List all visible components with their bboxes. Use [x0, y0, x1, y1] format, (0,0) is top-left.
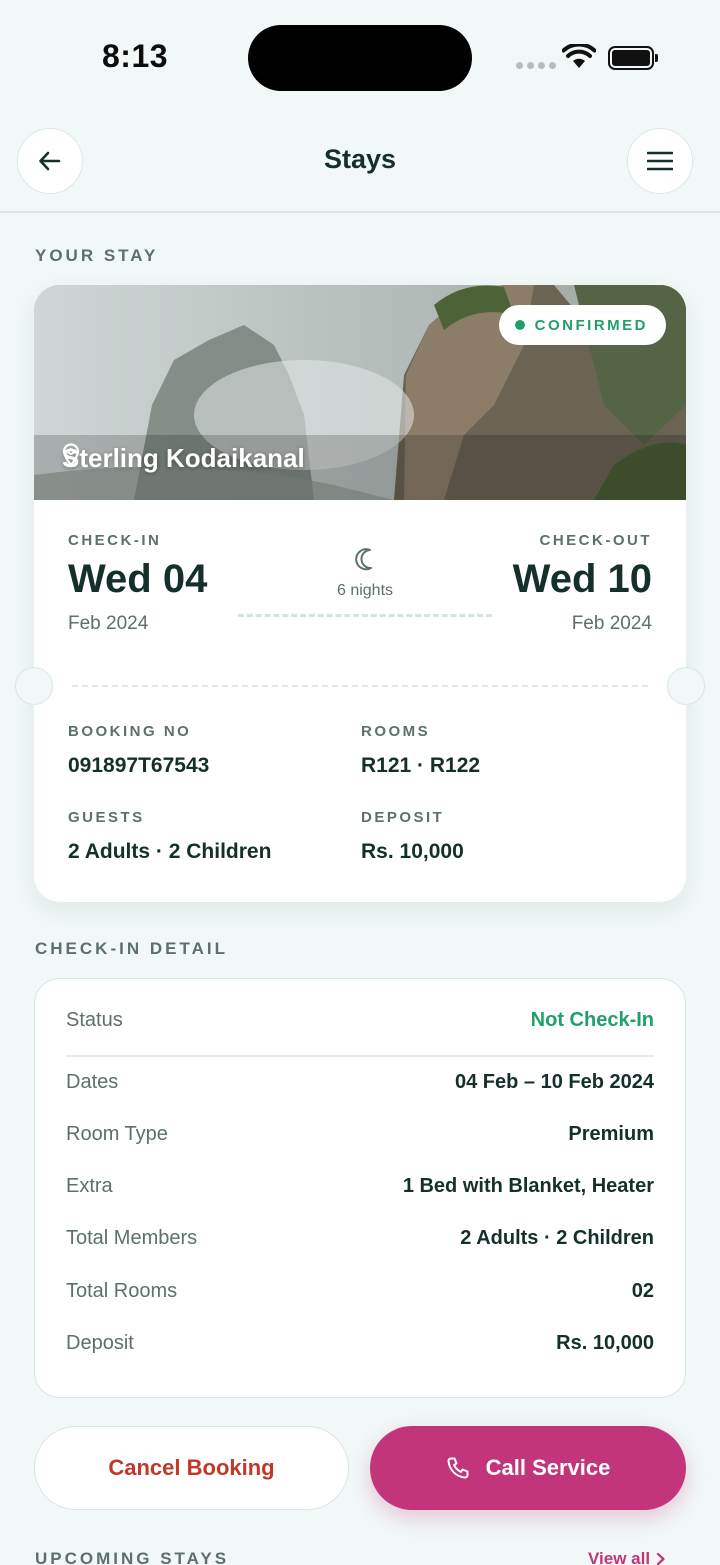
battery-icon	[608, 46, 658, 70]
status-badge-label: CONFIRMED	[534, 316, 648, 334]
page-title: Stays	[323, 144, 397, 174]
booking-no-label: BOOKING NO	[68, 723, 192, 740]
signal-icon	[516, 62, 556, 69]
moon-icon	[355, 548, 372, 571]
chevron-right-icon	[656, 1552, 665, 1565]
section-label-your-stay: YOUR STAY	[35, 246, 159, 265]
detail-row-room-type: Room Type Premium	[66, 1123, 654, 1146]
detail-row-deposit: Deposit Rs. 10,000	[66, 1332, 654, 1355]
ticket-notch-left	[15, 667, 53, 705]
call-service-button[interactable]: Call Service	[370, 1426, 686, 1510]
check-out-block: CHECK-OUT Wed 10 Feb 2024	[513, 532, 652, 635]
detail-key: Dates	[66, 1071, 119, 1093]
call-service-label: Call Service	[485, 1455, 611, 1480]
detail-value: 1 Bed with Blanket, Heater	[402, 1175, 654, 1197]
status-badge: CONFIRMED	[498, 305, 666, 345]
nights-indicator: 6 nights	[238, 547, 492, 617]
status-bar: 8:13	[0, 0, 720, 110]
menu-button[interactable]	[627, 128, 693, 194]
check-in-day: Wed 04	[68, 557, 208, 601]
nights-count: 6 nights	[336, 582, 394, 599]
ticket-perforation	[72, 685, 648, 687]
deposit-label: DEPOSIT	[361, 809, 445, 826]
app-header: Stays	[0, 128, 720, 194]
check-out-day: Wed 10	[512, 557, 652, 601]
guests-value: 2 Adults · 2 Children	[68, 840, 272, 863]
nights-line	[238, 614, 492, 617]
cancel-booking-button[interactable]: Cancel Booking	[34, 1426, 349, 1510]
rooms-value: R121 · R122	[361, 754, 481, 777]
dynamic-island	[248, 25, 472, 91]
detail-key: Total Members	[66, 1227, 198, 1249]
detail-key: Total Rooms	[66, 1280, 178, 1302]
booking-no: BOOKING NO 091897T67543	[68, 723, 209, 778]
detail-row-dates: Dates 04 Feb – 10 Feb 2024	[66, 1071, 654, 1094]
detail-value: Not Check-In	[530, 1009, 654, 1031]
deposit-value: Rs. 10,000	[361, 840, 464, 863]
map-pin-icon	[62, 443, 80, 467]
check-in-month: Feb 2024	[68, 613, 149, 634]
view-all-label: View all	[588, 1549, 651, 1565]
detail-row-status: Status Not Check-In	[66, 1009, 654, 1032]
header-divider	[0, 211, 720, 213]
guests-label: GUESTS	[68, 809, 145, 826]
rooms: ROOMS R121 · R122	[361, 723, 480, 778]
detail-row-extra: Extra 1 Bed with Blanket, Heater	[66, 1175, 654, 1198]
check-in-block: CHECK-IN Wed 04 Feb 2024	[68, 532, 207, 635]
detail-value: 02	[631, 1280, 654, 1302]
rooms-label: ROOMS	[361, 723, 431, 740]
deposit: DEPOSIT Rs. 10,000	[361, 809, 464, 864]
check-in-label: CHECK-IN	[68, 532, 162, 549]
detail-value: Rs. 10,000	[556, 1332, 654, 1354]
detail-key: Extra	[66, 1175, 113, 1197]
section-label-upcoming: UPCOMING STAYS	[35, 1549, 230, 1565]
checkin-detail-card: Status Not Check-In Dates 04 Feb – 10 Fe…	[34, 978, 686, 1398]
check-out-label: CHECK-OUT	[539, 532, 652, 549]
view-all-link[interactable]: View all	[588, 1549, 666, 1565]
wifi-icon	[562, 44, 596, 68]
hotel-name-row: Sterling Kodaikanal	[62, 443, 305, 474]
detail-value: Premium	[568, 1123, 654, 1145]
stay-card[interactable]: CONFIRMED Sterling Kodaikanal CHECK-IN W…	[15, 285, 705, 902]
detail-row-total-rooms: Total Rooms 02	[66, 1280, 654, 1303]
detail-row-total-members: Total Members 2 Adults · 2 Children	[66, 1227, 654, 1250]
detail-divider	[66, 1055, 654, 1057]
hotel-name: Sterling Kodaikanal	[62, 443, 305, 473]
guests: GUESTS 2 Adults · 2 Children	[68, 809, 271, 864]
ticket-notch-right	[667, 667, 705, 705]
booking-no-value: 091897T67543	[68, 754, 210, 777]
status-dot	[514, 320, 525, 330]
detail-key: Room Type	[66, 1123, 168, 1145]
detail-key: Deposit	[66, 1332, 134, 1354]
cancel-booking-label: Cancel Booking	[108, 1455, 275, 1480]
detail-key: Status	[66, 1009, 123, 1031]
check-out-month: Feb 2024	[571, 613, 652, 634]
detail-value: 04 Feb – 10 Feb 2024	[454, 1071, 654, 1093]
section-label-checkin-detail: CHECK-IN DETAIL	[35, 939, 228, 958]
detail-value: 2 Adults · 2 Children	[460, 1227, 654, 1249]
status-time: 8:13	[102, 38, 169, 74]
phone-icon	[447, 1457, 469, 1479]
hotel-photo: CONFIRMED Sterling Kodaikanal	[34, 285, 686, 500]
menu-icon	[647, 151, 673, 171]
